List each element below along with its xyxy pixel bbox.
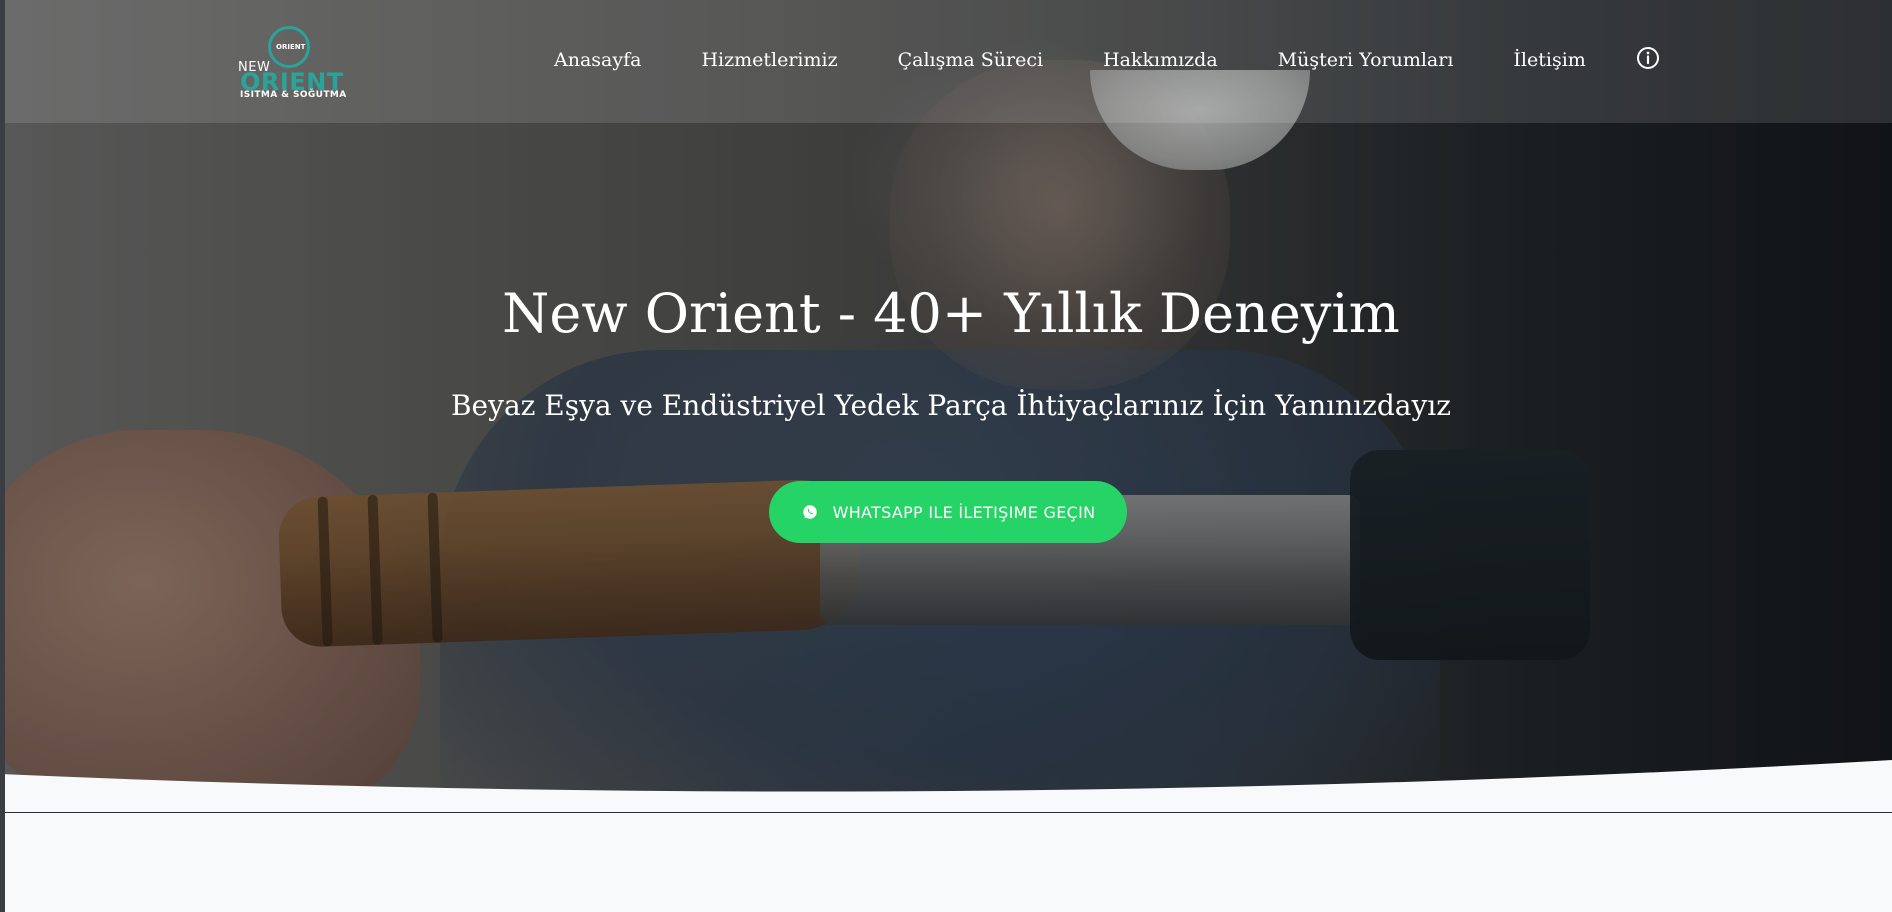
section-divider <box>0 812 1892 813</box>
nav-link-calisma-sureci[interactable]: Çalışma Süreci <box>898 48 1043 72</box>
nav-link-musteri-yorumlari[interactable]: Müşteri Yorumları <box>1278 48 1454 72</box>
info-circle-icon[interactable] <box>1636 46 1660 70</box>
hero-subtitle: Beyaz Eşya ve Endüstriyel Yedek Parça İh… <box>450 389 1451 422</box>
hero-bottom-wave <box>0 760 1892 820</box>
nav-link-iletisim[interactable]: İletişim <box>1513 48 1585 72</box>
whatsapp-icon <box>802 505 817 519</box>
logo-small-text: ORIENT <box>276 43 306 51</box>
nav-link-anasayfa[interactable]: Anasayfa <box>554 48 641 72</box>
site-logo[interactable]: ORIENT NEW ORIENT ISITMA & SOĞUTMA <box>236 22 346 102</box>
main-nav: Anasayfa Hizmetlerimiz Çalışma Süreci Ha… <box>554 48 1586 72</box>
whatsapp-contact-button[interactable]: WHATSAPP ILE İLETIŞIME GEÇIN <box>769 481 1127 543</box>
logo-tagline: ISITMA & SOĞUTMA <box>240 90 347 100</box>
hero-section: ORIENT NEW ORIENT ISITMA & SOĞUTMA Anasa… <box>0 0 1892 812</box>
window-edge <box>0 0 5 912</box>
whatsapp-button-label: WHATSAPP ILE İLETIŞIME GEÇIN <box>832 502 1096 522</box>
nav-link-hizmetlerimiz[interactable]: Hizmetlerimiz <box>701 48 837 72</box>
nav-link-hakkimizda[interactable]: Hakkımızda <box>1103 48 1218 72</box>
page: ORIENT NEW ORIENT ISITMA & SOĞUTMA Anasa… <box>0 0 1892 912</box>
hero-title: New Orient - 40+ Yıllık Deneyim <box>502 282 1400 345</box>
